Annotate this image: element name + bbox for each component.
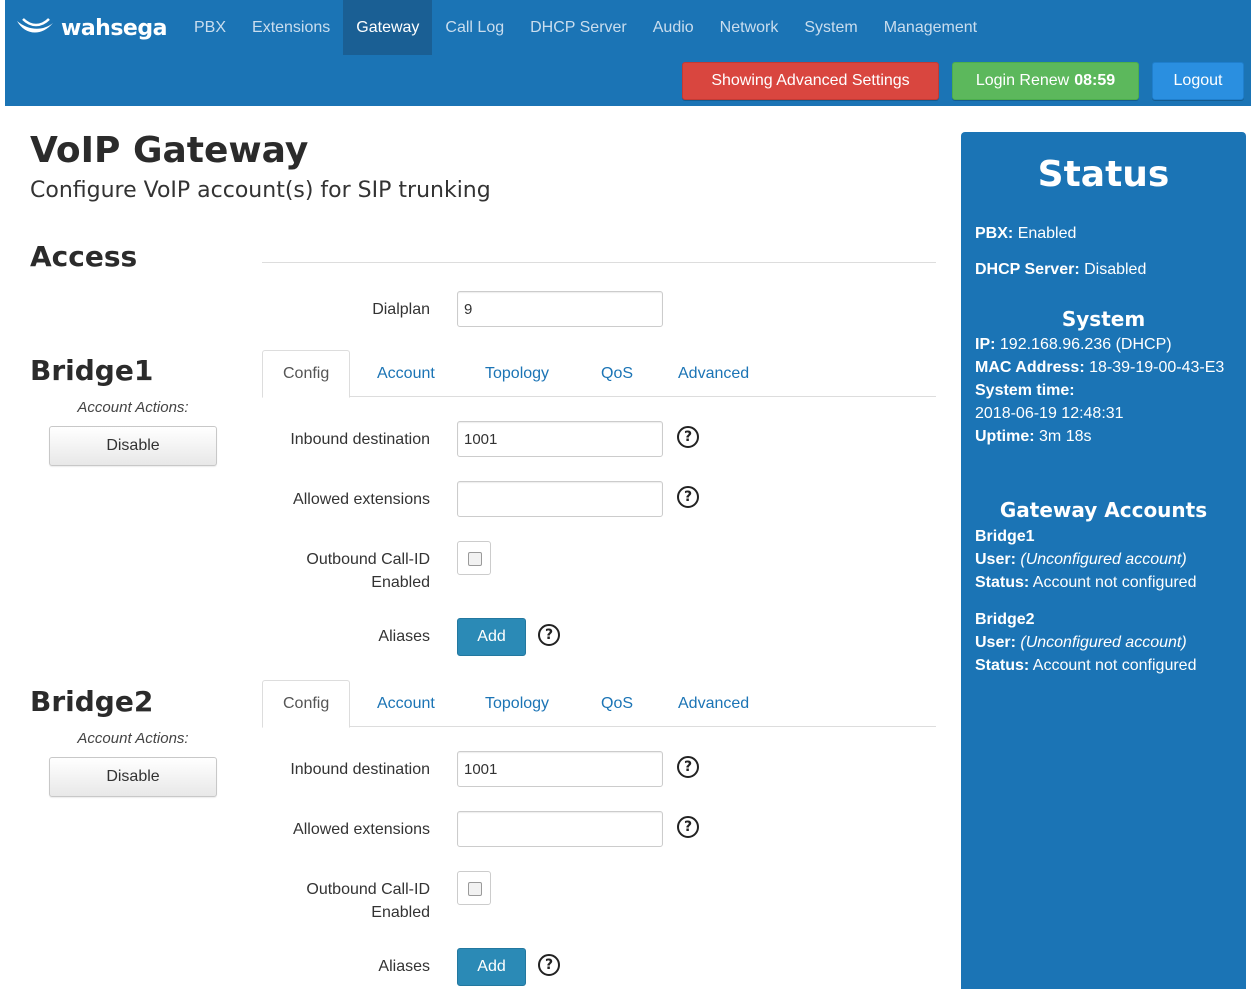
bridge2-account-actions-label: Account Actions: [77, 730, 189, 747]
status-system-details: IP: 192.168.96.236 (DHCP) MAC Address: 1… [975, 333, 1236, 448]
status-mac-value: 18-39-19-00-43-E3 [1089, 359, 1225, 376]
bridge1-allowed-input[interactable] [457, 481, 663, 517]
dialplan-input[interactable] [457, 291, 663, 327]
bridge2-allowed-help-icon[interactable]: ? [677, 816, 699, 838]
nav-management[interactable]: Management [871, 0, 990, 55]
status-gateway-accounts-heading: Gateway Accounts [999, 498, 1208, 522]
bridge2-callid-label-line2: Enabled [371, 904, 430, 921]
page-subtitle: Configure VoIP account(s) for SIP trunki… [30, 178, 491, 203]
login-renew-button[interactable]: Login Renew 08:59 [952, 62, 1139, 100]
status-account-user-value: (Unconfigured account) [1020, 551, 1187, 568]
bridge2-heading: Bridge2 [30, 685, 154, 718]
bridge1-callid-label-line1: Outbound Call-ID [306, 551, 430, 568]
nav-system[interactable]: System [791, 0, 870, 55]
bridge1-inbound-input[interactable] [457, 421, 663, 457]
nav-call-log[interactable]: Call Log [432, 0, 517, 55]
status-ip-value: 192.168.96.236 (DHCP) [999, 336, 1172, 353]
status-account-status-label: Status: [975, 574, 1030, 591]
bridge1-callid-label-line2: Enabled [371, 574, 430, 591]
status-mac-label: MAC Address: [975, 359, 1085, 376]
status-account-bridge1: Bridge1 User: (Unconfigured account) Sta… [975, 525, 1236, 594]
bridge1-heading: Bridge1 [30, 354, 154, 387]
status-time-value: 2018-06-19 12:48:31 [975, 405, 1124, 422]
access-divider [262, 262, 936, 263]
status-dhcp-value: Disabled [1084, 261, 1147, 278]
nav-audio[interactable]: Audio [640, 0, 707, 55]
bridge2-tab-account[interactable]: Account [357, 680, 455, 727]
bridge1-tabs: Config Account Topology QoS Advanced [262, 350, 936, 398]
bridge1-tab-advanced[interactable]: Advanced [658, 350, 769, 397]
status-account-user-label: User: [975, 634, 1016, 651]
access-heading: Access [30, 240, 138, 273]
nav-gateway[interactable]: Gateway [343, 0, 433, 55]
bridge2-tab-qos[interactable]: QoS [581, 680, 653, 727]
page-title: VoIP Gateway [30, 130, 309, 171]
status-title: Status [1037, 154, 1170, 195]
bridge1-aliases-label: Aliases [378, 628, 430, 645]
bridge1-aliases-help-icon[interactable]: ? [538, 624, 560, 646]
status-uptime-value: 3m 18s [1039, 428, 1092, 445]
bridge2-allowed-label: Allowed extensions [293, 821, 430, 838]
status-ip-label: IP: [975, 336, 996, 353]
nav-pbx[interactable]: PBX [181, 0, 239, 55]
nav-network[interactable]: Network [707, 0, 792, 55]
bridge2-callid-label-line1: Outbound Call-ID [306, 881, 430, 898]
bridge2-tab-config[interactable]: Config [262, 680, 351, 728]
bridge1-allowed-help-icon[interactable]: ? [677, 486, 699, 508]
status-account-bridge2: Bridge2 User: (Unconfigured account) Sta… [975, 608, 1236, 677]
advanced-settings-button[interactable]: Showing Advanced Settings [682, 62, 939, 100]
status-pbx-value: Enabled [1017, 225, 1077, 242]
bridge1-tab-qos[interactable]: QoS [581, 350, 653, 397]
bridge2-tab-topology[interactable]: Topology [465, 680, 569, 727]
login-renew-timer: 08:59 [1074, 72, 1116, 89]
bridge1-inbound-help-icon[interactable]: ? [677, 426, 699, 448]
wahsega-logo-icon [17, 18, 53, 33]
status-account-status-value: Account not configured [1032, 657, 1197, 674]
bridge1-disable-button[interactable]: Disable [49, 426, 217, 466]
nav-extensions[interactable]: Extensions [239, 0, 343, 55]
bridge1-allowed-label: Allowed extensions [293, 491, 430, 508]
bridge2-aliases-label: Aliases [378, 958, 430, 975]
bridge1-account-actions-label: Account Actions: [77, 399, 189, 416]
top-navbar: wahsega PBX Extensions Gateway Call Log … [5, 0, 1251, 106]
status-account-user-value: (Unconfigured account) [1020, 634, 1187, 651]
status-dhcp: DHCP Server: Disabled [975, 258, 1236, 281]
bridge1-inbound-label: Inbound destination [290, 431, 430, 448]
dialplan-label: Dialplan [372, 301, 430, 318]
bridge1-tab-account[interactable]: Account [357, 350, 455, 397]
bridge2-disable-button[interactable]: Disable [49, 757, 217, 797]
login-renew-label: Login Renew [975, 72, 1070, 89]
status-time-label: System time: [975, 382, 1075, 399]
bridge2-add-alias-button[interactable]: Add [457, 948, 526, 986]
status-dhcp-label: DHCP Server: [975, 261, 1080, 278]
bridge2-inbound-input[interactable] [457, 751, 663, 787]
bridge2-allowed-input[interactable] [457, 811, 663, 847]
bridge1-tab-config[interactable]: Config [262, 350, 351, 398]
status-system-heading: System [1061, 307, 1146, 331]
status-panel: Status PBX: Enabled DHCP Server: Disable… [961, 132, 1246, 989]
status-account-user-label: User: [975, 551, 1016, 568]
brand-logo[interactable]: wahsega [15, 10, 167, 46]
status-pbx: PBX: Enabled [975, 222, 1236, 245]
nav-dhcp-server[interactable]: DHCP Server [517, 0, 640, 55]
brand-name: wahsega [61, 15, 167, 41]
status-uptime-label: Uptime: [975, 428, 1035, 445]
status-account-status-label: Status: [975, 657, 1030, 674]
status-pbx-label: PBX: [975, 225, 1014, 242]
bridge2-tab-advanced[interactable]: Advanced [658, 680, 769, 727]
bridge1-add-alias-button[interactable]: Add [457, 618, 526, 656]
bridge2-callid-checkbox[interactable] [457, 871, 491, 905]
status-account-name: Bridge1 [975, 528, 1035, 545]
status-account-status-value: Account not configured [1032, 574, 1197, 591]
bridge2-inbound-help-icon[interactable]: ? [677, 756, 699, 778]
logout-button[interactable]: Logout [1152, 62, 1244, 100]
status-account-name: Bridge2 [975, 611, 1035, 628]
main-nav: PBX Extensions Gateway Call Log DHCP Ser… [181, 0, 990, 55]
bridge2-tabs: Config Account Topology QoS Advanced [262, 680, 936, 728]
bridge2-inbound-label: Inbound destination [290, 761, 430, 778]
bridge2-aliases-help-icon[interactable]: ? [538, 954, 560, 976]
bridge1-callid-checkbox[interactable] [457, 541, 491, 575]
bridge1-tab-topology[interactable]: Topology [465, 350, 569, 397]
